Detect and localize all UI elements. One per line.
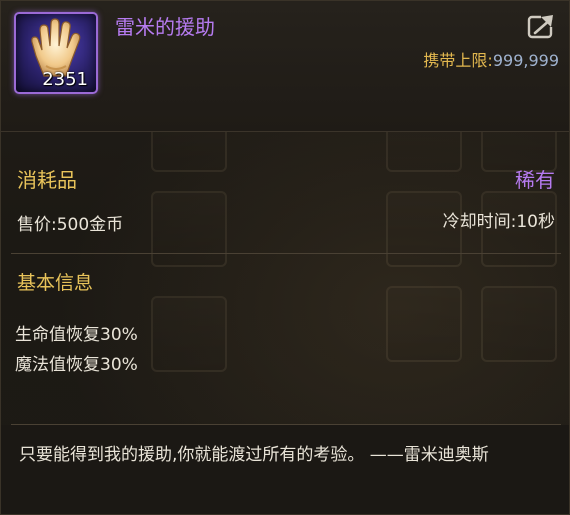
item-description: 只要能得到我的援助,你就能渡过所有的考验。 ——雷米迪奥斯 [1, 425, 569, 514]
item-price: 售价:500金币 [17, 215, 124, 235]
stat-mp-restore: 魔法值恢复30% [15, 355, 138, 375]
item-icon-frame[interactable]: 2351 [14, 12, 98, 94]
carry-limit: 携带上限:999,999 [423, 47, 559, 71]
carry-limit-value: 999,999 [492, 51, 559, 70]
item-count: 2351 [42, 69, 88, 90]
item-name: 雷米的援助 [115, 15, 215, 39]
carry-limit-label: 携带上限: [423, 51, 493, 70]
item-cooldown: 冷却时间:10秒 [442, 212, 555, 232]
background-inventory-grid [151, 96, 569, 426]
item-rarity: 稀有 [515, 168, 555, 192]
item-tooltip-panel: 2351 雷米的援助 携带上限:999,999 消耗品 稀有 售价:500金币 … [0, 0, 570, 515]
basic-info-title: 基本信息 [17, 272, 94, 294]
stat-hp-restore: 生命值恢复30% [15, 325, 138, 345]
item-type: 消耗品 [17, 168, 77, 192]
share-export-icon[interactable] [527, 13, 557, 39]
divider [11, 253, 561, 254]
tooltip-header: 2351 雷米的援助 携带上限:999,999 [1, 1, 569, 132]
